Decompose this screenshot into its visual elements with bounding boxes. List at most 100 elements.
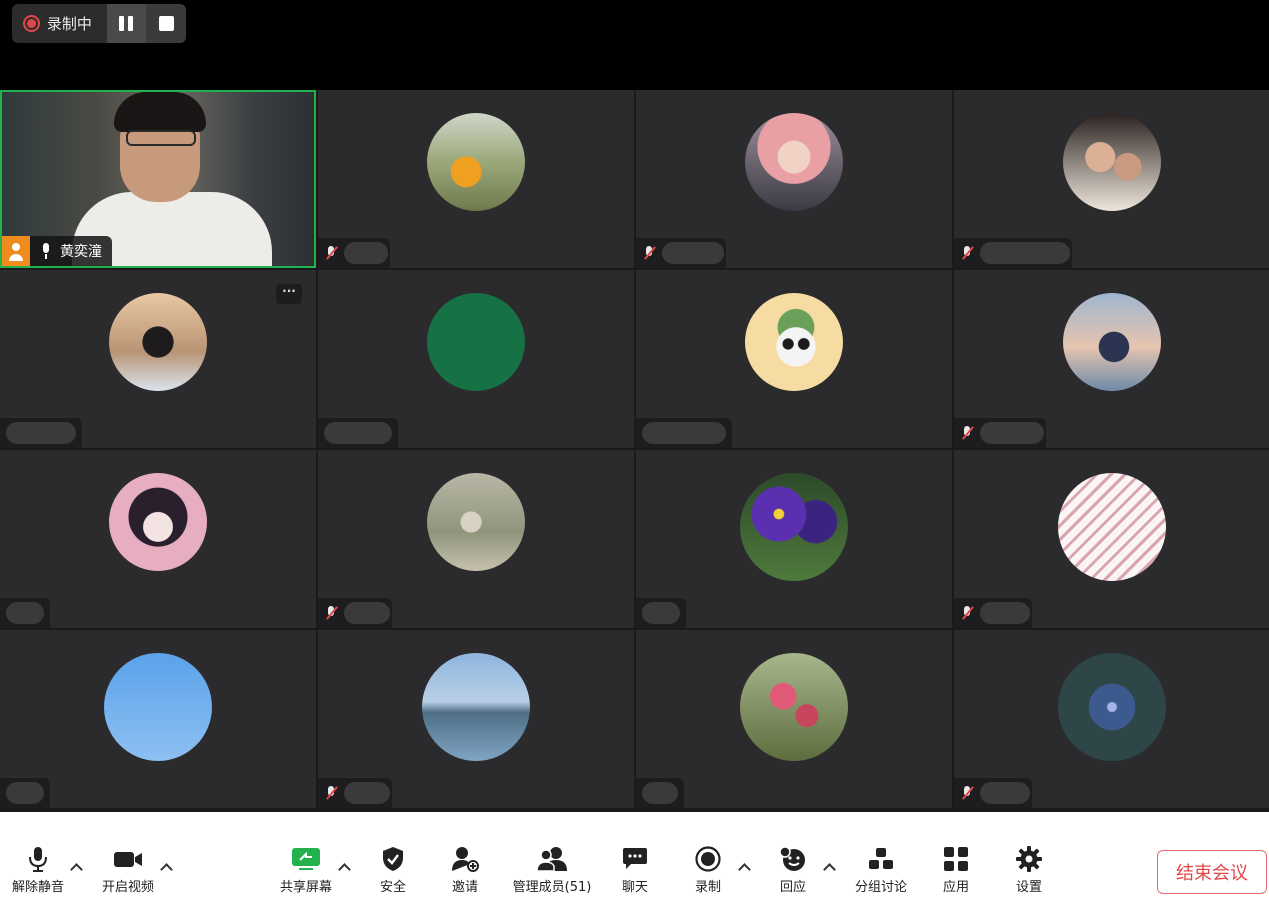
settings-button[interactable]: 设置 — [1009, 812, 1049, 903]
avatar-fireworks — [1058, 653, 1166, 761]
mic-muted-icon — [324, 605, 338, 621]
chevron-up-icon[interactable] — [160, 862, 172, 872]
apps-grid-icon — [940, 846, 972, 872]
participant-tile[interactable] — [636, 90, 952, 268]
participant-nameplate — [636, 778, 684, 808]
participants-icon — [536, 846, 568, 872]
gear-icon — [1013, 846, 1045, 872]
mic-muted-icon — [324, 245, 338, 261]
participant-nameplate — [954, 418, 1046, 448]
chevron-up-icon[interactable] — [338, 862, 350, 872]
chevron-up-icon[interactable] — [738, 862, 750, 872]
participant-tile[interactable] — [636, 630, 952, 808]
self-nameplate: 黄奕潼 — [2, 236, 112, 266]
participant-tile[interactable] — [318, 270, 634, 448]
participant-tile[interactable] — [636, 450, 952, 628]
breakout-rooms-label: 分组讨论 — [854, 880, 907, 895]
participant-nameplate — [318, 418, 398, 448]
breakout-rooms-icon — [865, 846, 897, 872]
record-button[interactable]: 录制 — [688, 812, 728, 903]
participant-tile[interactable] — [636, 270, 952, 448]
share-screen-label: 共享屏幕 — [279, 880, 332, 895]
microphone-icon — [22, 846, 54, 872]
participant-tile[interactable] — [0, 450, 316, 628]
avatar-cartoon-panda — [745, 293, 843, 391]
participant-tile[interactable]: ··· — [0, 270, 316, 448]
meeting-toolbar: 解除静音 开启视频 共享屏幕 安全 邀请 管理成员(51) 聊天 录制 回应 分… — [0, 812, 1269, 903]
participant-nameplate — [0, 598, 50, 628]
avatar-pink-blossom — [740, 653, 848, 761]
apps-button[interactable]: 应用 — [936, 812, 976, 903]
microphone-icon — [40, 243, 52, 259]
participant-tile[interactable] — [954, 270, 1269, 448]
chevron-up-icon[interactable] — [70, 862, 82, 872]
participant-tile[interactable] — [318, 90, 634, 268]
avatar-girl-sunset — [1063, 293, 1161, 391]
stop-icon — [158, 16, 174, 31]
participant-nameplate — [318, 238, 390, 268]
chat-bubble-icon — [619, 846, 651, 872]
participant-tile[interactable] — [954, 630, 1269, 808]
record-dot-icon — [23, 15, 40, 32]
pause-recording-button[interactable] — [106, 4, 147, 43]
participant-tile[interactable] — [954, 450, 1269, 628]
participant-nameplate — [954, 238, 1072, 268]
participant-nameplate — [636, 598, 686, 628]
record-icon — [692, 846, 724, 872]
avatar-purple-pansy — [740, 473, 848, 581]
host-icon — [2, 236, 30, 266]
share-screen-button[interactable]: 共享屏幕 — [274, 812, 338, 903]
video-camera-icon — [112, 846, 144, 872]
participant-nameplate — [636, 418, 732, 448]
avatar-city-waterfront — [422, 653, 530, 761]
participant-nameplate — [954, 778, 1032, 808]
top-bar: 录制中 — [0, 0, 1269, 90]
mic-muted-icon — [960, 245, 974, 261]
mic-muted-icon — [960, 785, 974, 801]
mic-muted-icon — [960, 605, 974, 621]
participant-nameplate — [318, 778, 392, 808]
end-meeting-button[interactable]: 结束会议 — [1157, 850, 1267, 894]
recording-status-label: 录制中 — [46, 15, 92, 33]
share-screen-icon — [290, 846, 322, 872]
start-video-button[interactable]: 开启视频 — [96, 812, 160, 903]
chat-label: 聊天 — [621, 880, 648, 895]
avatar-anime-horns — [109, 473, 207, 571]
invite-label: 邀请 — [451, 880, 478, 895]
more-options-button[interactable]: ··· — [276, 284, 302, 304]
settings-label: 设置 — [1015, 880, 1042, 895]
video-gallery: 黄奕潼 ··· — [0, 90, 1269, 812]
mic-muted-icon — [642, 245, 656, 261]
participant-tile[interactable] — [318, 630, 634, 808]
chevron-up-icon[interactable] — [823, 862, 835, 872]
invite-button[interactable]: 邀请 — [445, 812, 485, 903]
stop-recording-button[interactable] — [146, 4, 186, 43]
participant-nameplate — [0, 778, 50, 808]
unmute-button[interactable]: 解除静音 — [6, 812, 70, 903]
breakout-rooms-button[interactable]: 分组讨论 — [849, 812, 913, 903]
avatar-photo-orange-jacket — [427, 113, 525, 211]
apps-label: 应用 — [942, 880, 969, 895]
participant-tile[interactable] — [954, 90, 1269, 268]
emoji-reaction-icon — [777, 846, 809, 872]
avatar-blue-sky — [104, 653, 212, 761]
participant-nameplate — [0, 418, 82, 448]
reactions-button[interactable]: 回应 — [773, 812, 813, 903]
security-label: 安全 — [379, 880, 406, 895]
manage-participants-button[interactable]: 管理成员(51) — [506, 812, 598, 903]
add-person-icon — [449, 846, 481, 872]
record-label: 录制 — [694, 880, 721, 895]
self-video-tile[interactable]: 黄奕潼 — [0, 90, 316, 268]
avatar-green-circle — [427, 293, 525, 391]
avatar-girl-cafe — [109, 293, 207, 391]
security-button[interactable]: 安全 — [373, 812, 413, 903]
participant-tile[interactable] — [0, 630, 316, 808]
unmute-label: 解除静音 — [11, 880, 64, 895]
manage-participants-label: 管理成员(51) — [512, 880, 592, 895]
avatar-couple-selfie — [1063, 113, 1161, 211]
participant-tile[interactable] — [318, 450, 634, 628]
participant-nameplate — [954, 598, 1032, 628]
avatar-person-bridge — [427, 473, 525, 571]
self-name-label: 黄奕潼 — [60, 244, 102, 260]
chat-button[interactable]: 聊天 — [615, 812, 655, 903]
